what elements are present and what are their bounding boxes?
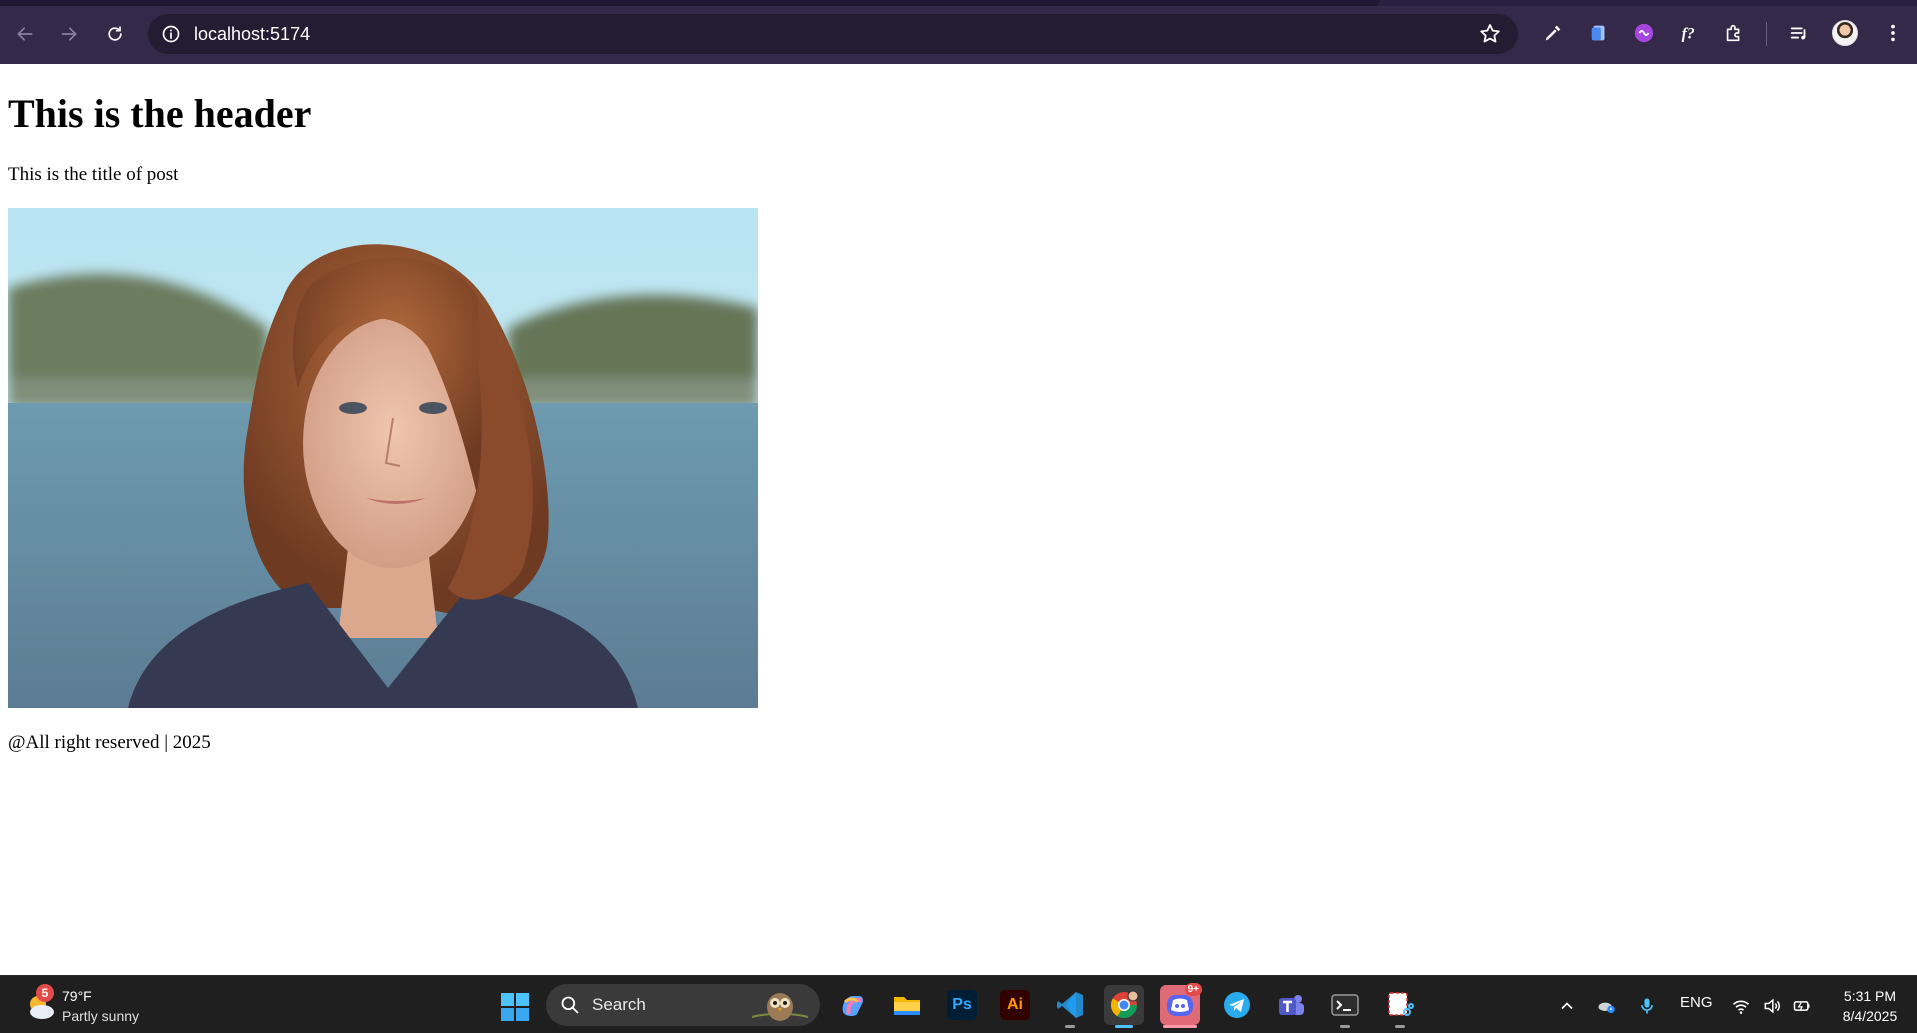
site-info-icon[interactable] (158, 21, 184, 47)
page-header: This is the header (8, 91, 312, 136)
search-icon (561, 996, 579, 1014)
snipping-tool-app[interactable] (1380, 985, 1420, 1028)
purple-extension-icon[interactable] (1629, 18, 1659, 48)
telegram-app[interactable] (1217, 985, 1257, 1025)
copilot-icon (842, 996, 863, 1017)
reload-icon[interactable] (97, 16, 133, 52)
address-url[interactable]: localhost:5174 (194, 14, 310, 54)
onedrive-icon[interactable] (1594, 994, 1618, 1018)
chevron-up-icon[interactable] (1555, 994, 1579, 1018)
back-arrow-icon[interactable] (7, 16, 43, 52)
post-title: This is the title of post (8, 164, 179, 185)
weather-badge: 5 (36, 984, 54, 1002)
forward-arrow-icon[interactable] (51, 16, 87, 52)
eyedropper-extension-icon[interactable] (1538, 18, 1568, 48)
battery-icon[interactable] (1790, 994, 1814, 1018)
toolbar-divider (1766, 22, 1767, 46)
photoshop-app[interactable]: Ps (942, 985, 982, 1025)
weather-widget[interactable]: 5 79°F Partly sunny (20, 984, 170, 1028)
svg-text:f?: f? (1682, 26, 1695, 43)
font-finder-extension-icon[interactable]: f? (1674, 18, 1704, 48)
profile-avatar[interactable] (1832, 20, 1858, 46)
teams-app[interactable] (1271, 985, 1311, 1025)
discord-badge: 9+ (1184, 983, 1202, 996)
browser-toolbar: localhost:5174 f? (0, 0, 1917, 64)
terminal-icon (1331, 994, 1359, 1016)
chrome-icon (1110, 990, 1139, 1019)
windows-taskbar: 5 79°F Partly sunny Search Ps Ai 9+ ENG … (0, 975, 1917, 1033)
file-explorer-app[interactable] (887, 985, 927, 1025)
weather-temperature: 79°F (62, 988, 92, 1004)
terminal-app[interactable] (1325, 985, 1365, 1028)
teams-icon (1279, 995, 1304, 1015)
reading-list-icon[interactable] (1784, 18, 1814, 48)
wifi-icon[interactable] (1729, 994, 1753, 1018)
snipping-tool-icon (1388, 992, 1414, 1016)
active-indicator (1163, 1025, 1197, 1028)
active-tab-edge[interactable] (0, 0, 1380, 6)
illustrator-app[interactable]: Ai (995, 985, 1035, 1025)
clock-date: 8/4/2025 (1842, 1008, 1898, 1024)
running-indicator (1395, 1025, 1405, 1028)
copilot-app[interactable] (832, 985, 872, 1025)
vscode-icon (1057, 992, 1083, 1018)
extensions-puzzle-icon[interactable] (1719, 18, 1749, 48)
taskbar-search[interactable]: Search (546, 984, 820, 1026)
running-indicator (1340, 1025, 1350, 1028)
discord-app[interactable]: 9+ (1160, 983, 1202, 1028)
clock-time: 5:31 PM (1843, 988, 1897, 1004)
vscode-app[interactable] (1050, 985, 1090, 1028)
windows-start-icon[interactable] (500, 992, 530, 1022)
search-label: Search (592, 995, 646, 1014)
chrome-app[interactable] (1104, 985, 1144, 1028)
address-bar[interactable]: localhost:5174 (148, 14, 1518, 54)
microphone-icon[interactable] (1635, 994, 1659, 1018)
post-image (8, 208, 758, 708)
volume-icon[interactable] (1760, 994, 1784, 1018)
footer-copyright: @All right reserved | 2025 (8, 732, 211, 753)
photoshop-icon: Ps (947, 990, 977, 1020)
running-indicator (1065, 1025, 1075, 1028)
language-indicator[interactable]: ENG (1680, 994, 1713, 1011)
system-clock[interactable]: 5:31 PM 8/4/2025 (1830, 986, 1910, 1026)
active-indicator (1115, 1025, 1133, 1028)
page-viewport: This is the header This is the title of … (0, 64, 1917, 975)
bookmark-star-icon[interactable] (1478, 22, 1502, 46)
docs-extension-icon[interactable] (1584, 18, 1614, 48)
tab-strip (0, 0, 1917, 6)
illustrator-icon: Ai (1000, 990, 1030, 1020)
menu-kebab-icon[interactable] (1878, 18, 1908, 48)
search-highlight-owl-icon (751, 993, 809, 1021)
folder-icon (894, 997, 920, 1015)
weather-condition: Partly sunny (62, 1008, 140, 1024)
telegram-icon (1224, 992, 1250, 1018)
